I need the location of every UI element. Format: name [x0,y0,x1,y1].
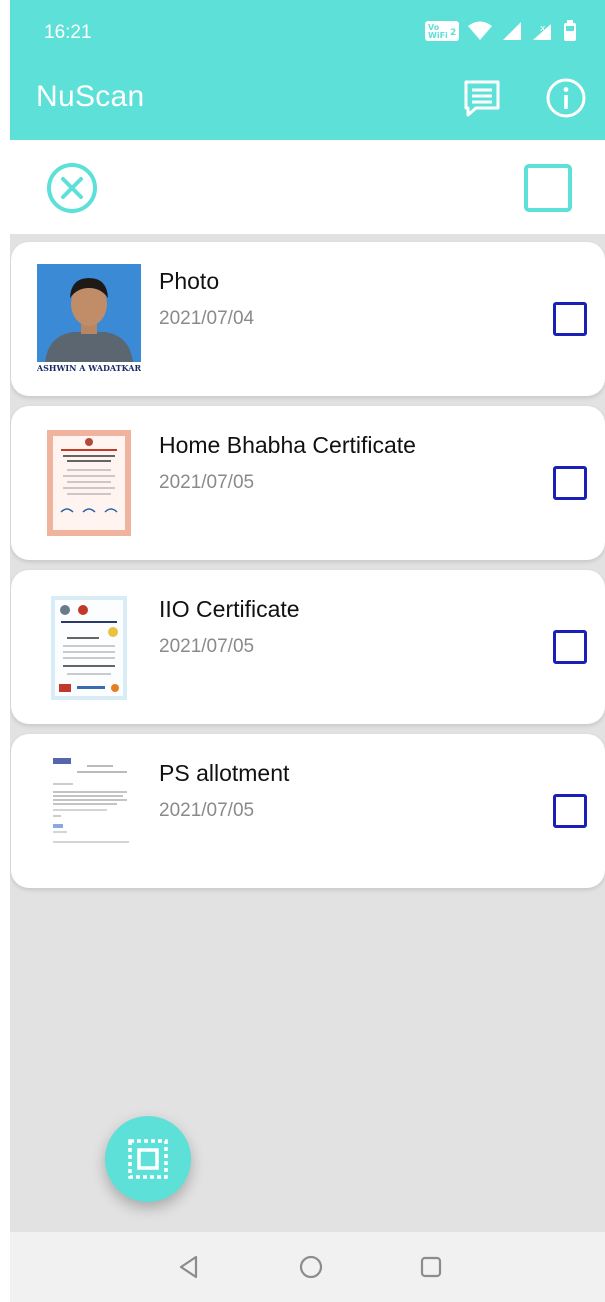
back-icon [179,1255,198,1279]
select-all-button[interactable] [520,160,576,216]
certificate-thumbnail [37,428,141,538]
document-date: 2021/07/05 [159,636,255,657]
document-page-thumbnail [37,752,141,862]
battery-icon [564,20,576,41]
scan-icon [128,1139,168,1179]
document-thumbnail: ASHWIN A WADATKAR [37,264,141,374]
svg-text:x: x [540,24,546,34]
document-checkbox[interactable] [553,466,587,500]
message-icon [464,80,500,117]
document-date: 2021/07/05 [159,472,255,493]
document-checkbox[interactable] [553,794,587,828]
back-button[interactable] [174,1252,204,1282]
document-thumbnail [37,592,141,702]
document-card[interactable]: Home Bhabha Certificate 2021/07/05 [11,406,605,560]
app-title: NuScan [36,80,145,113]
wifi-icon [468,21,492,40]
certificate-thumbnail [37,592,141,702]
recent-apps-button[interactable] [416,1252,446,1282]
signal-icon [503,22,521,40]
document-card[interactable]: ASHWIN A WADATKAR Photo 2021/07/04 [11,242,605,396]
svg-text:2: 2 [450,28,456,38]
select-all-checkbox [524,164,572,212]
document-checkbox[interactable] [553,630,587,664]
recent-apps-icon [420,1256,442,1278]
app-bar: 16:21 Vo WiFi 2 x NuScan [10,0,605,140]
photo-thumbnail: ASHWIN A WADATKAR [37,264,141,374]
selection-toolbar [10,140,605,234]
document-thumbnail [37,752,141,862]
home-button[interactable] [296,1252,326,1282]
thumbnail-caption: ASHWIN A WADATKAR [37,363,141,373]
document-card[interactable]: IIO Certificate 2021/07/05 [11,570,605,724]
document-checkbox[interactable] [553,302,587,336]
svg-text:WiFi: WiFi [428,31,448,40]
document-name: Home Bhabha Certificate [159,432,416,458]
status-time: 16:21 [44,22,92,43]
document-name: IIO Certificate [159,596,300,622]
home-icon [299,1255,323,1279]
system-nav-bar [10,1232,605,1302]
info-icon [546,78,586,118]
info-button[interactable] [544,76,588,120]
app-screen: 16:21 Vo WiFi 2 x NuScan ASHWIN A WADATK… [10,0,605,1302]
cancel-selection-button[interactable] [44,160,100,216]
document-date: 2021/07/04 [159,308,255,329]
volte-wifi-icon: Vo WiFi 2 [425,21,459,41]
document-date: 2021/07/05 [159,800,255,821]
signal-no-service-icon: x [533,24,551,40]
document-card[interactable]: PS allotment 2021/07/05 [11,734,605,888]
document-thumbnail [37,428,141,538]
scan-fab-button[interactable] [105,1116,191,1202]
cancel-selection-icon [47,163,97,213]
document-name: Photo [159,268,220,294]
feedback-button[interactable] [460,76,504,120]
document-name: PS allotment [159,760,290,786]
status-icons: Vo WiFi 2 x [425,20,577,42]
